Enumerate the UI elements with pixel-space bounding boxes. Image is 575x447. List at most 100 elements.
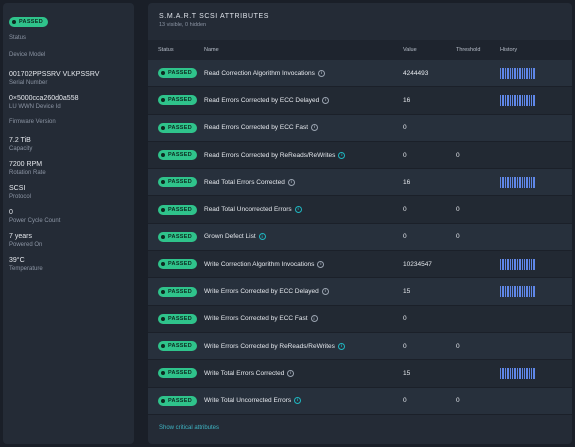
info-icon[interactable]: i: [321, 288, 329, 296]
table-row[interactable]: PASSED Read Correction Algorithm Invocat…: [148, 60, 572, 88]
status-badge-text: PASSED: [168, 124, 193, 131]
table-row[interactable]: PASSED Grown Defect List i 0 0: [148, 223, 572, 252]
table-row[interactable]: PASSED Write Total Uncorrected Errors i …: [148, 387, 572, 415]
powered-on-label: Powered On: [9, 242, 43, 248]
history-sparkline: [500, 286, 572, 298]
attribute-threshold: 0: [456, 342, 460, 350]
attribute-history-cell: [500, 367, 572, 379]
history-bar: [523, 286, 526, 298]
info-icon[interactable]: i: [317, 260, 325, 268]
panel-header: S.M.A.R.T SCSI ATTRIBUTES 13 visible, 0 …: [148, 3, 572, 40]
table-row[interactable]: PASSED Write Errors Corrected by ReReads…: [148, 332, 572, 361]
show-critical-attributes-link[interactable]: Show critical attributes: [159, 425, 219, 431]
attribute-value: 16: [403, 96, 411, 104]
status-badge: PASSED: [158, 395, 198, 406]
history-bar: [502, 94, 504, 106]
info-icon[interactable]: i: [294, 397, 302, 405]
history-bar: [533, 94, 535, 106]
history-bar: [507, 367, 509, 379]
attribute-threshold: 0: [456, 233, 460, 241]
status-badge: PASSED: [158, 231, 198, 242]
history-bar: [528, 67, 531, 79]
attribute-value: 15: [403, 288, 411, 296]
info-icon[interactable]: i: [322, 96, 330, 104]
attribute-value: 0: [403, 124, 407, 132]
attribute-history-cell: [500, 286, 572, 298]
history-bar: [519, 67, 521, 79]
table-row[interactable]: PASSED Write Errors Corrected by ECC Del…: [148, 278, 572, 306]
history-bar: [500, 67, 502, 79]
history-bar: [502, 286, 504, 298]
history-bar: [509, 94, 511, 106]
table-row[interactable]: PASSED Read Total Errors Corrected i 16: [148, 169, 572, 197]
history-bar: [526, 286, 528, 298]
table-row[interactable]: PASSED Read Errors Corrected by ECC Fast…: [148, 114, 572, 142]
info-icon[interactable]: i: [317, 69, 325, 77]
serial-number-label: Serial Number: [9, 80, 48, 86]
history-bar: [533, 67, 535, 79]
history-bar: [514, 176, 516, 188]
history-bar: [504, 176, 507, 188]
attribute-value: 15: [403, 369, 411, 377]
history-bar: [511, 286, 514, 298]
row-status-cell: PASSED: [148, 259, 204, 270]
status-badge: PASSED: [158, 286, 198, 297]
power-cycle-field: 0 Power Cycle Count: [9, 208, 134, 225]
history-bar: [523, 67, 526, 79]
history-bar: [526, 94, 528, 106]
attribute-value: 0: [403, 206, 407, 214]
attribute-name: Write Errors Corrected by ECC Delayed: [204, 288, 319, 296]
table-row[interactable]: PASSED Read Total Uncorrected Errors i 0…: [148, 196, 572, 224]
table-row[interactable]: PASSED Read Errors Corrected by ReReads/…: [148, 141, 572, 170]
table-row[interactable]: PASSED Read Errors Corrected by ECC Dela…: [148, 87, 572, 115]
info-icon[interactable]: i: [310, 315, 318, 323]
table-row[interactable]: PASSED Write Errors Corrected by ECC Fas…: [148, 305, 572, 333]
lu-wwn-field: 0×5000cca260d0a558 LU WWN Device Id: [9, 94, 134, 111]
history-sparkline: [500, 176, 572, 188]
attribute-name: Write Total Errors Corrected: [204, 369, 285, 377]
row-status-cell: PASSED: [148, 150, 204, 161]
status-badge: PASSED: [158, 341, 198, 352]
firmware-version-label: Firmware Version: [9, 119, 56, 125]
history-bar: [521, 258, 523, 270]
history-bar: [531, 258, 533, 270]
attribute-name-cell: Read Errors Corrected by ECC Delayed i: [204, 96, 403, 104]
row-status-cell: PASSED: [148, 95, 204, 106]
history-bar: [509, 286, 511, 298]
attribute-name-cell: Grown Defect List i: [204, 233, 403, 241]
info-icon[interactable]: i: [287, 369, 295, 377]
history-bar: [519, 176, 521, 188]
history-bar: [519, 94, 521, 106]
row-status-cell: PASSED: [148, 395, 204, 406]
history-bar: [531, 176, 533, 188]
device-model-label: Device Model: [9, 52, 46, 58]
info-icon[interactable]: i: [287, 178, 295, 186]
info-icon[interactable]: i: [338, 151, 346, 159]
attribute-threshold: 0: [456, 151, 460, 159]
lu-wwn-label: LU WWN Device Id: [9, 104, 61, 110]
attribute-history-cell: [500, 67, 572, 79]
info-icon[interactable]: i: [258, 233, 266, 241]
rotation-rate-label: Rotation Rate: [9, 170, 46, 176]
attribute-value: 4244493: [403, 69, 429, 77]
column-name[interactable]: Name: [204, 47, 403, 53]
column-status[interactable]: Status: [148, 47, 204, 53]
table-row[interactable]: PASSED Write Correction Algorithm Invoca…: [148, 251, 572, 279]
history-bar: [521, 176, 523, 188]
info-icon[interactable]: i: [337, 342, 345, 350]
attribute-value: 0: [403, 315, 407, 323]
status-badge-text: PASSED: [168, 206, 193, 213]
table-row[interactable]: PASSED Write Total Errors Corrected i 15: [148, 360, 572, 388]
column-value[interactable]: Value: [403, 47, 456, 53]
history-bar: [528, 367, 531, 379]
history-bar: [504, 94, 507, 106]
attribute-name: Write Errors Corrected by ECC Fast: [204, 315, 308, 323]
info-icon[interactable]: i: [294, 206, 302, 214]
history-bar: [526, 367, 528, 379]
column-threshold[interactable]: Threshold: [456, 47, 500, 53]
powered-on-value: 7 years: [9, 233, 32, 240]
history-bar: [504, 286, 507, 298]
column-history[interactable]: History: [500, 47, 572, 53]
powered-on-field: 7 years Powered On: [9, 232, 134, 249]
info-icon[interactable]: i: [311, 124, 319, 132]
